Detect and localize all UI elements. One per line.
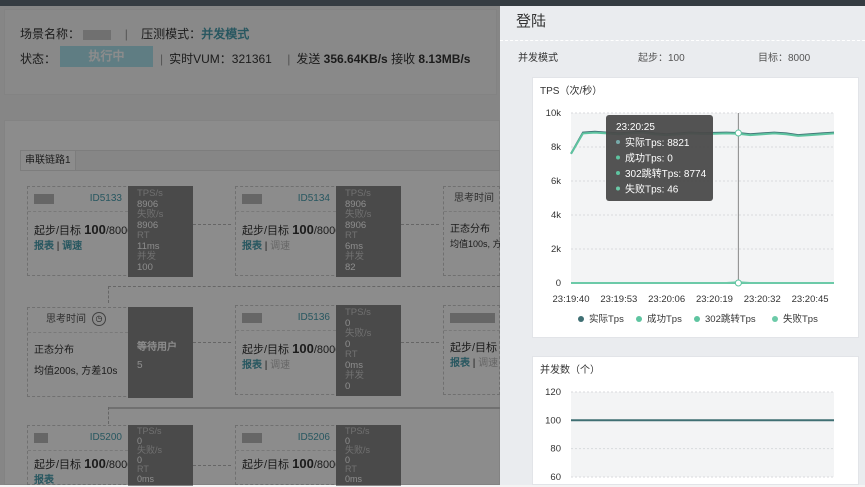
tooltip-row: 失败Tps: 46 bbox=[625, 183, 679, 196]
legend-marker bbox=[578, 316, 584, 322]
tooltip-row: 302跳转Tps: 8774 bbox=[625, 167, 707, 180]
series-line-失败Tps bbox=[571, 281, 834, 284]
legend-label: 失败Tps bbox=[783, 313, 818, 325]
x-tick-label: 23:20:32 bbox=[744, 294, 781, 305]
tooltip-row: 实际Tps: 8821 bbox=[625, 136, 690, 149]
tps-chart-card: TPS（次/秒） 0 2k 4k 6k 8k 10k 23:19:40 23:19:53 23:2… bbox=[532, 77, 859, 338]
drawer-title: 登陆 bbox=[516, 13, 547, 30]
concurrency-chart[interactable]: 并发数（个） 60 80 100 120 bbox=[533, 357, 858, 484]
hover-point bbox=[734, 279, 742, 287]
x-tick-label: 23:20:19 bbox=[696, 294, 733, 305]
modal-overlay[interactable] bbox=[0, 6, 500, 485]
tooltip-marker bbox=[616, 155, 620, 160]
concurrency-chart-card: 并发数（个） 60 80 100 120 bbox=[532, 356, 859, 485]
tooltip-row: 成功Tps: 0 bbox=[625, 153, 673, 165]
y-tick-label: 80 bbox=[550, 444, 561, 455]
y-tick-label: 8k bbox=[551, 142, 561, 153]
legend-marker bbox=[772, 316, 778, 322]
chart-title: 并发数（个） bbox=[540, 363, 600, 376]
legend-marker bbox=[694, 316, 700, 322]
y-tick-label: 2k bbox=[551, 244, 561, 255]
legend-label: 302跳转Tps bbox=[705, 313, 756, 325]
drawer-target: 目标：8000 bbox=[758, 53, 811, 64]
chart-title: TPS（次/秒） bbox=[540, 84, 602, 97]
tooltip-marker bbox=[616, 186, 620, 191]
tooltip-time: 23:20:25 bbox=[616, 122, 655, 133]
drawer-divider bbox=[500, 40, 865, 41]
tooltip-marker bbox=[616, 140, 620, 144]
legend-label: 成功Tps bbox=[647, 313, 682, 325]
tooltip-marker bbox=[616, 171, 620, 175]
drawer-mode: 并发模式 bbox=[518, 53, 558, 64]
x-tick-label: 23:20:45 bbox=[792, 294, 829, 305]
y-tick-label: 6k bbox=[551, 176, 561, 187]
hover-point bbox=[734, 129, 742, 137]
y-tick-label: 100 bbox=[545, 415, 561, 426]
y-tick-label: 10k bbox=[546, 108, 562, 119]
x-tick-label: 23:19:40 bbox=[553, 294, 590, 305]
y-tick-label: 0 bbox=[556, 278, 561, 289]
plot-area bbox=[571, 392, 834, 477]
tps-chart[interactable]: TPS（次/秒） 0 2k 4k 6k 8k 10k 23:19:40 23:19:53 23:2… bbox=[533, 78, 858, 337]
y-tick-label: 120 bbox=[545, 387, 561, 398]
y-tick-label: 4k bbox=[551, 210, 561, 221]
y-tick-label: 60 bbox=[550, 472, 561, 483]
x-tick-label: 23:19:53 bbox=[600, 294, 637, 305]
drawer-start: 起步：100 bbox=[638, 53, 685, 64]
legend-label: 实际Tps bbox=[589, 313, 624, 325]
legend-marker bbox=[636, 316, 642, 322]
x-tick-label: 23:20:06 bbox=[648, 294, 685, 305]
